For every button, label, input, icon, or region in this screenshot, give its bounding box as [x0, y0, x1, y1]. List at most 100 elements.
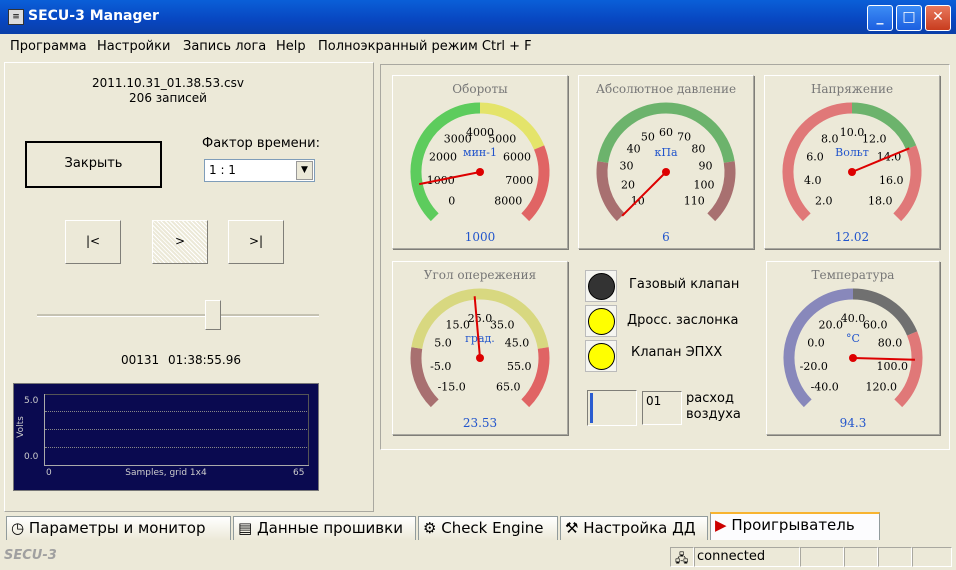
- gauge-tick-label: 0.0: [807, 337, 825, 350]
- status-cell: [912, 547, 952, 567]
- app-icon[interactable]: ≡: [8, 9, 24, 25]
- status-cell: [878, 547, 912, 567]
- gauge-tick-label: 10.0: [840, 126, 865, 139]
- gauge-title: Абсолютное давление: [595, 82, 737, 96]
- play-button[interactable]: >: [152, 220, 208, 264]
- scope-y-min: 0.0: [24, 452, 39, 462]
- gas-valve-led: [585, 270, 617, 302]
- gauge-zone: [521, 347, 550, 408]
- first-record-button[interactable]: |<: [65, 220, 121, 264]
- menu-fullscreen[interactable]: Полноэкранный режим Ctrl + F: [318, 39, 532, 54]
- gauge-hub: [849, 354, 857, 362]
- gauge-tick-label: 100: [694, 178, 715, 191]
- gauge-tick-label: 40: [627, 142, 641, 155]
- gauge-unit: кПа: [654, 146, 677, 159]
- gauge-tick-label: 70: [677, 130, 691, 143]
- log-filename: 2011.10.31_01.38.53.csv: [92, 76, 244, 90]
- connection-icon: 🖧: [670, 547, 694, 567]
- gauge-tick-label: 16.0: [879, 174, 904, 187]
- time-factor-select[interactable]: 1 : 1 ▼: [204, 159, 315, 182]
- airflow-value-box: 01: [642, 391, 682, 425]
- led-lamp: [588, 308, 615, 335]
- gauge-tick-label: 2000: [429, 151, 457, 164]
- throttle-label: Дросс. заслонка: [627, 313, 739, 328]
- close-log-button[interactable]: Закрыть: [25, 141, 162, 188]
- gauge-tick-label: 15.0: [446, 319, 471, 332]
- menu-program[interactable]: Программа: [10, 39, 87, 54]
- gauge-unit: Вольт: [835, 146, 869, 159]
- gauge-title: Напряжение: [810, 82, 894, 96]
- scope-y-label: Volts: [15, 416, 26, 438]
- close-button[interactable]: ✕: [925, 5, 951, 31]
- gauge-dial: -40.0 -20.0 0.0 20.040.060.0 80.0 100.0 120.0 °…: [783, 288, 923, 408]
- tab-check-engine[interactable]: ⚙ Check Engine: [418, 516, 558, 540]
- player-panel: 2011.10.31_01.38.53.csv 206 записей Закр…: [4, 62, 374, 512]
- menu-settings[interactable]: Настройки: [97, 39, 170, 54]
- tab-bar: ◷ Параметры и монитор ▤ Данные прошивки …: [4, 512, 952, 542]
- gauge-tick-label: 6.0: [806, 151, 824, 164]
- menu-log[interactable]: Запись лога: [183, 39, 266, 54]
- record-number: 00131: [121, 353, 160, 367]
- playback-slider-thumb[interactable]: [204, 300, 221, 330]
- gauge-value: 23.53: [462, 416, 498, 430]
- gauge-tick-label: 120.0: [866, 380, 898, 393]
- gauge-tick-label: 8.0: [821, 133, 839, 146]
- gauge-tick-label: 60: [659, 126, 673, 139]
- chevron-down-icon[interactable]: ▼: [296, 161, 313, 180]
- gauge-title: Угол опережения: [423, 268, 537, 282]
- maximize-button[interactable]: □: [896, 5, 922, 31]
- gauge-tick-label: 80: [691, 142, 705, 155]
- gauge-value: 6: [662, 230, 670, 244]
- gauge-value: 1000: [464, 230, 496, 244]
- gauge-hub: [662, 168, 670, 176]
- throttle-led: [585, 305, 617, 337]
- idle-valve-led: [585, 340, 617, 372]
- wrench-icon: ⚒: [565, 519, 584, 537]
- gauge-tick-label: 80.0: [878, 337, 903, 350]
- gauge-zone: [596, 161, 625, 222]
- status-cell: [800, 547, 844, 567]
- gauge-unit: мин-1: [463, 146, 497, 159]
- minimize-button[interactable]: _: [867, 5, 893, 31]
- gauge-dial: 102030405060708090100110кПа: [596, 102, 736, 222]
- gauge-tick-label: -15.0: [438, 380, 466, 393]
- led-lamp: [588, 343, 615, 370]
- gauge-unit: °C: [846, 332, 860, 345]
- gauge-dial: 2.04.06.08.010.012.014.016.018.0Вольт: [782, 102, 922, 222]
- last-record-button[interactable]: >|: [228, 220, 284, 264]
- gauge-tick-label: 25.0: [468, 312, 493, 325]
- airflow-bar-fill: [590, 393, 593, 423]
- gauge-tick-label: 5000: [488, 133, 516, 146]
- gauge-advance: -15.0 -5.0 5.0 15.0 25.0 35.0 45.0 55.0 65.0 град…: [392, 261, 568, 435]
- gas-valve-label: Газовый клапан: [629, 277, 740, 292]
- title-bar: ≡ SECU-3 Manager _ □ ✕: [0, 0, 956, 34]
- gauge-hub: [476, 168, 484, 176]
- tab-player[interactable]: ▶ Проигрыватель: [710, 512, 880, 540]
- gauge-tick-label: 60.0: [863, 319, 888, 332]
- airflow-label-2: воздуха: [686, 407, 741, 422]
- player-page: 2011.10.31_01.38.53.csv 206 записей Закр…: [4, 60, 952, 512]
- time-factor-label: Фактор времени:: [202, 136, 320, 151]
- gauge-tick-label: 5.0: [434, 337, 452, 350]
- led-lamp: [588, 273, 615, 300]
- gauge-tick-label: 20: [621, 178, 635, 191]
- status-bar: SECU-3 🖧 connected: [0, 545, 956, 569]
- gauge-dial: 010002000300040005000600070008000мин-1: [410, 102, 550, 222]
- tab-parameters[interactable]: ◷ Параметры и монитор: [6, 516, 231, 540]
- tab-sensor-setup[interactable]: ⚒ Настройка ДД: [560, 516, 708, 540]
- playback-track[interactable]: [37, 314, 319, 317]
- window-title: SECU-3 Manager: [28, 8, 159, 24]
- gauge-tick-label: 30: [619, 160, 633, 173]
- airflow-value: 01: [646, 394, 662, 408]
- menu-help[interactable]: Help: [276, 39, 306, 54]
- gauge-title: Обороты: [452, 82, 508, 96]
- gauge-hub: [476, 354, 484, 362]
- connection-status: connected: [697, 549, 766, 564]
- engine-icon: ⚙: [423, 519, 442, 537]
- log-record-count: 206 записей: [129, 91, 207, 105]
- scope-y-max: 5.0: [24, 396, 39, 406]
- scope-plot-area: [44, 394, 309, 466]
- gauge-value: 12.02: [834, 230, 870, 244]
- tab-firmware[interactable]: ▤ Данные прошивки: [233, 516, 416, 540]
- gauge-map: 102030405060708090100110кПа Абсолютное д…: [578, 75, 754, 249]
